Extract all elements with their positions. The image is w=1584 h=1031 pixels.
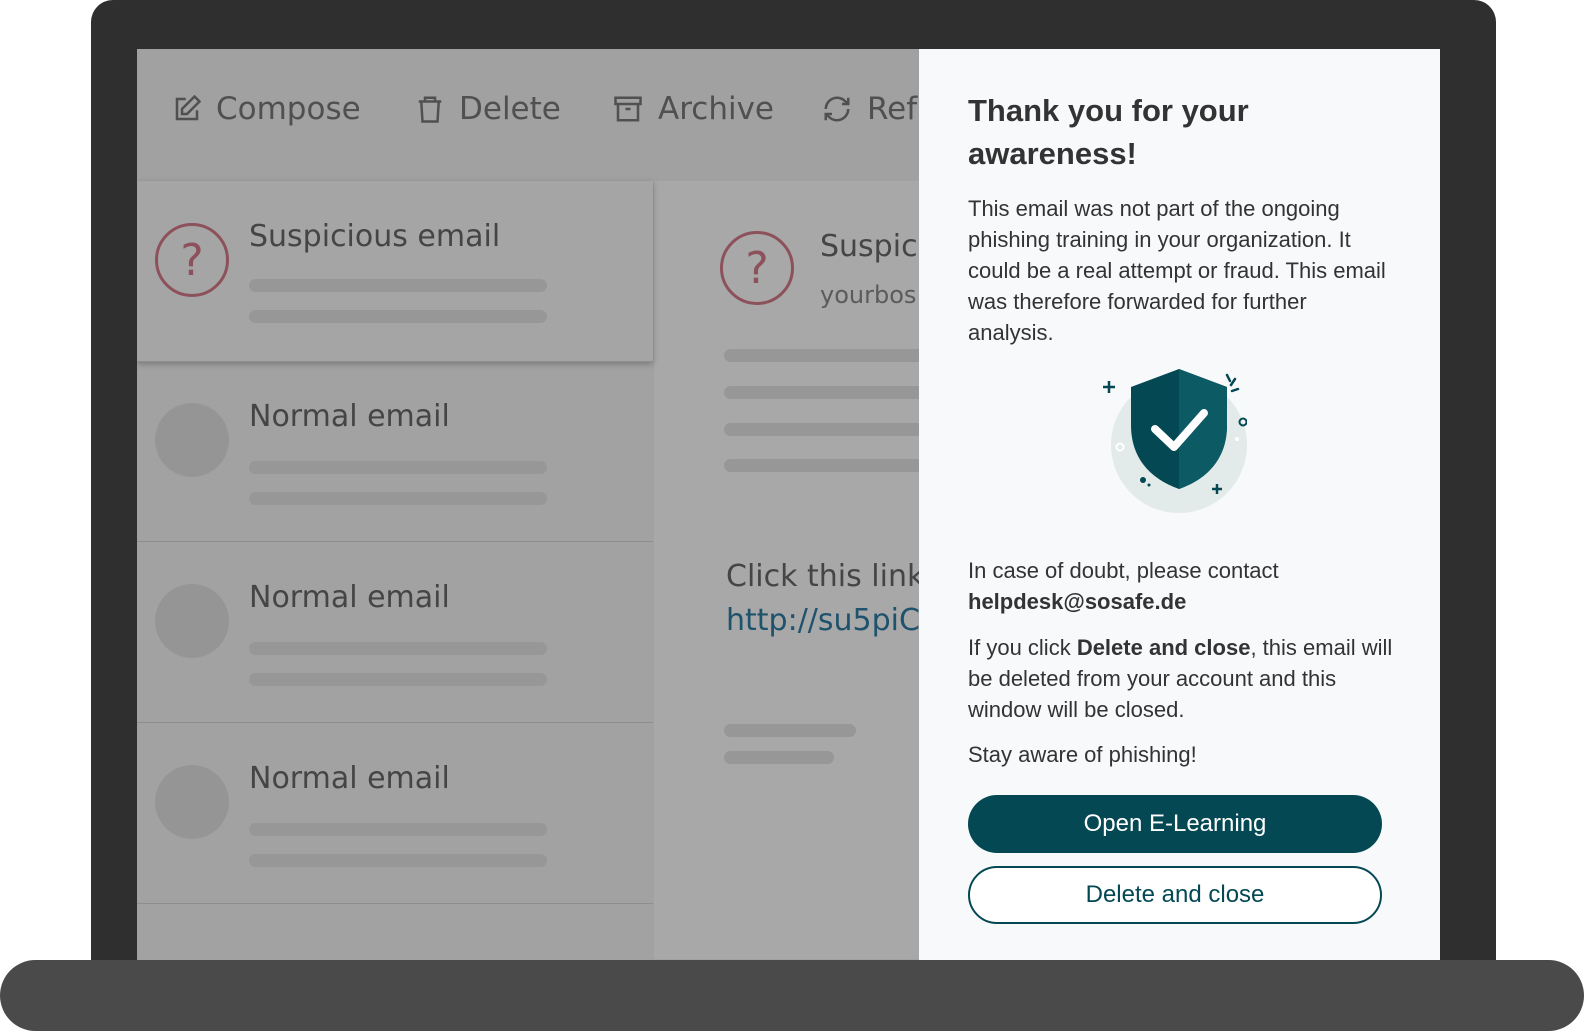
panel-body-text: This email was not part of the ongoing p…: [968, 196, 1386, 345]
doubt-text: In case of doubt, please contact: [968, 558, 1279, 583]
awareness-panel: Thank you for your awareness! This email…: [919, 49, 1440, 960]
delete-info-text: If you click Delete and close, this emai…: [968, 632, 1408, 725]
open-elearning-button[interactable]: Open E-Learning: [968, 795, 1382, 853]
laptop-screen: Compose Delete Archive Ref ? Suspicious …: [137, 49, 1440, 960]
doubt-text-block: In case of doubt, please contact helpdes…: [968, 555, 1408, 617]
panel-title: Thank you for your awareness!: [968, 93, 1249, 171]
laptop-base: [0, 960, 1584, 1031]
helpdesk-email[interactable]: helpdesk@sosafe.de: [968, 589, 1186, 614]
shield-check-icon: [1103, 369, 1247, 513]
stay-aware-text: Stay aware of phishing!: [968, 742, 1197, 767]
delete-and-close-button[interactable]: Delete and close: [968, 866, 1382, 924]
modal-backdrop: [137, 49, 919, 960]
delete-info-bold: Delete and close: [1076, 635, 1251, 660]
delete-info-prefix: If you click: [968, 635, 1077, 660]
